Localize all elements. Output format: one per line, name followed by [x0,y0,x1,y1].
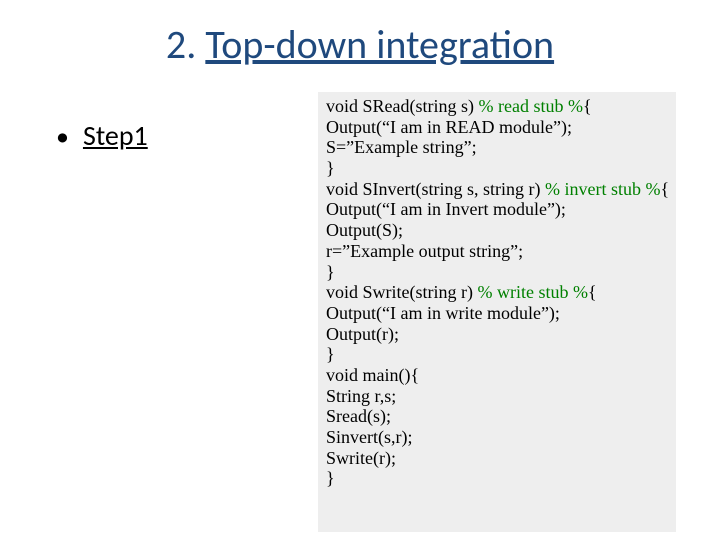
code-line: Output(“I am in write module”); [326,303,668,324]
code-line: void main(){ [326,365,668,386]
bullet-dot-icon: • [56,123,69,149]
code-line: void SInvert(string s, string r) % inver… [326,179,668,200]
code-text: void SRead(string s) [326,96,479,116]
code-text: void Swrite(string r) [326,282,477,302]
bullet-step1: • Step1 [56,118,148,153]
code-line: Swrite(r); [326,448,668,469]
code-line: void SRead(string s) % read stub %{ [326,96,668,117]
code-line: Sread(s); [326,406,668,427]
code-line: Output(“I am in Invert module”); [326,199,668,220]
code-line: } [326,468,668,489]
code-text: { [588,282,597,302]
code-block: void SRead(string s) % read stub %{ Outp… [318,92,676,532]
code-text: void SInvert(string s, string r) [326,179,545,199]
slide: 2. Top-down integration • Step1 void SRe… [0,0,720,540]
code-line: String r,s; [326,386,668,407]
code-line: Output(S); [326,220,668,241]
slide-title: 2. Top-down integration [0,20,720,69]
code-text: { [660,179,669,199]
code-comment: % write stub % [477,282,587,302]
code-line: Sinvert(s,r); [326,427,668,448]
bullet-text: Step1 [83,118,148,153]
code-line: Output(“I am in READ module”); [326,117,668,138]
code-comment: % read stub % [479,96,583,116]
code-line: } [326,344,668,365]
code-line: r=”Example output string”; [326,241,668,262]
code-text: { [583,96,592,116]
code-comment: % invert stub % [545,179,660,199]
code-line: } [326,158,668,179]
code-line: S=”Example string”; [326,137,668,158]
code-line: } [326,262,668,283]
code-line: void Swrite(string r) % write stub %{ [326,282,668,303]
title-underlined: Top-down integration [205,20,554,69]
title-prefix: 2. [166,20,205,69]
code-line: Output(r); [326,324,668,345]
